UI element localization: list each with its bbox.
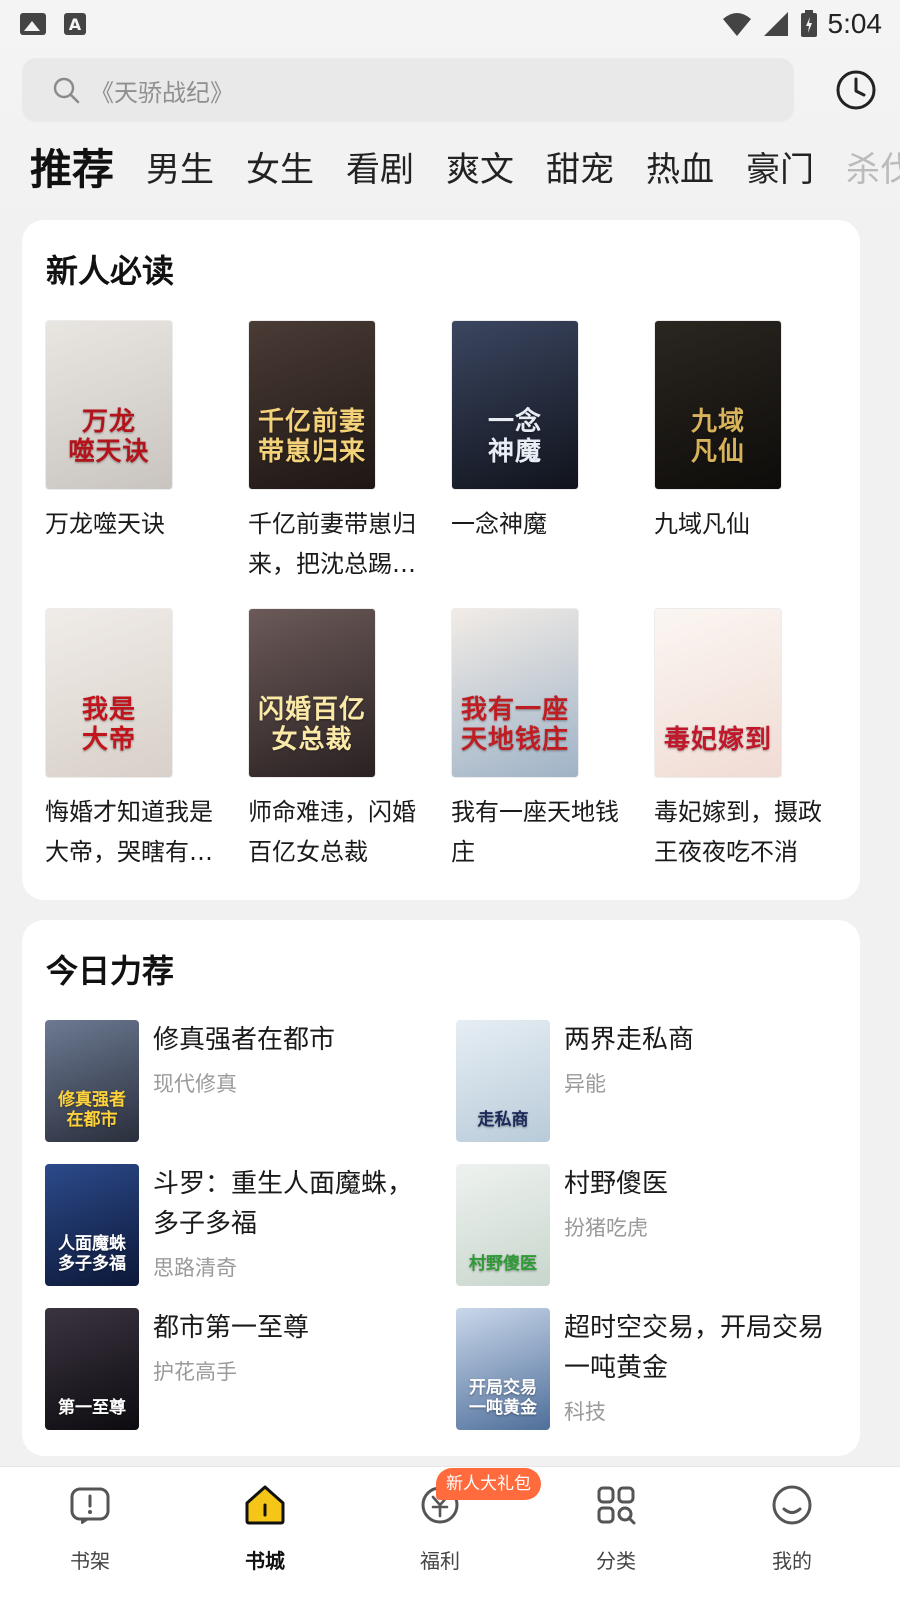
category-grid-icon	[597, 1486, 636, 1525]
book-item[interactable]: 九域 凡仙 九域凡仙	[654, 320, 839, 544]
today-recommend-section: 今日力荐 修真强者 在都市 修真强者在都市 现代修真 走私商 两界走私商 异能 …	[22, 920, 860, 1456]
nav-bookstore[interactable]: 书城	[205, 1483, 325, 1574]
book-item[interactable]: 万龙 噬天诀 万龙噬天诀	[45, 320, 230, 544]
book-category: 异能	[564, 1072, 606, 1096]
book-cover: 我是 大帝	[45, 608, 173, 778]
recommend-item[interactable]: 村野傻医 村野傻医 扮猪吃虎	[456, 1164, 836, 1288]
book-cover: 村野傻医	[456, 1164, 550, 1286]
nav-category[interactable]: 分类	[556, 1483, 676, 1574]
battery-icon	[800, 10, 817, 37]
book-cover: 修真强者 在都市	[45, 1020, 139, 1142]
nav-label: 书架	[70, 1549, 110, 1573]
book-title: 千亿前妻带崽归来，把沈总踢出户口本	[248, 510, 416, 578]
tab-hotblood[interactable]: 热血	[646, 142, 714, 191]
book-cover: 毒妃嫁到	[654, 608, 782, 778]
recommend-item[interactable]: 开局交易 一吨黄金 超时空交易，开局交易一吨黄金 科技	[456, 1308, 836, 1432]
search-row: 《天骄战纪》	[22, 58, 878, 122]
book-cover: 九域 凡仙	[654, 320, 782, 490]
book-cover: 闪婚百亿 女总裁	[248, 608, 376, 778]
book-title: 九域凡仙	[654, 510, 750, 538]
nav-label: 分类	[596, 1549, 636, 1573]
book-category: 思路清奇	[153, 1256, 237, 1280]
font-notification-icon: A	[64, 13, 86, 35]
signal-icon	[763, 12, 788, 36]
tab-sweet[interactable]: 甜宠	[546, 142, 614, 191]
book-cover: 第一至尊	[45, 1308, 139, 1430]
book-title: 师命难违，闪婚百亿女总裁	[248, 798, 416, 866]
book-cover: 走私商	[456, 1020, 550, 1142]
book-item[interactable]: 一念 神魔 一念神魔	[451, 320, 636, 544]
book-cover: 我有一座 天地钱庄	[451, 608, 579, 778]
book-item[interactable]: 我有一座 天地钱庄 我有一座天地钱庄	[451, 608, 636, 872]
nav-bookshelf[interactable]: 书架	[30, 1483, 150, 1574]
book-title: 毒妃嫁到，摄政王夜夜吃不消	[654, 798, 822, 866]
section-title: 新人必读	[46, 252, 175, 290]
book-item[interactable]: 毒妃嫁到 毒妃嫁到，摄政王夜夜吃不消	[654, 608, 839, 872]
book-item[interactable]: 我是 大帝 悔婚才知道我是大帝，哭瞎有何用？	[45, 608, 230, 872]
book-category: 扮猪吃虎	[564, 1216, 648, 1240]
book-title: 斗罗：重生人面魔蛛，多子多福	[153, 1169, 414, 1239]
tab-drama[interactable]: 看剧	[346, 142, 414, 191]
book-title: 我有一座天地钱庄	[451, 798, 619, 866]
recommend-item[interactable]: 人面魔蛛 多子多福 斗罗：重生人面魔蛛，多子多福 思路清奇	[45, 1164, 425, 1288]
book-cover: 千亿前妻 带崽归来	[248, 320, 376, 490]
nav-label: 福利	[420, 1549, 460, 1573]
search-input[interactable]: 《天骄战纪》	[22, 58, 794, 122]
book-title: 一念神魔	[451, 510, 547, 538]
recommend-item[interactable]: 修真强者 在都市 修真强者在都市 现代修真	[45, 1020, 425, 1144]
bookstore-home-icon	[245, 1485, 285, 1525]
tab-male[interactable]: 男生	[146, 142, 214, 191]
book-title: 悔婚才知道我是大帝，哭瞎有何用？	[45, 798, 213, 866]
tab-cool[interactable]: 爽文	[446, 142, 514, 191]
profile-smile-icon	[772, 1485, 812, 1525]
book-cover: 万龙 噬天诀	[45, 320, 173, 490]
wifi-icon	[722, 13, 751, 36]
clock-time: 5:04	[827, 8, 883, 39]
book-title: 万龙噬天诀	[45, 510, 165, 538]
bookshelf-icon	[70, 1487, 110, 1524]
book-category: 现代修真	[153, 1072, 237, 1096]
nav-label: 书城	[245, 1549, 285, 1573]
search-placeholder: 《天骄战纪》	[90, 78, 234, 107]
category-tabs: 推荐 男生 女生 看剧 爽文 甜宠 热血 豪门 杀伐	[30, 136, 900, 196]
history-clock-icon[interactable]	[834, 68, 878, 112]
book-item[interactable]: 闪婚百亿 女总裁 师命难违，闪婚百亿女总裁	[248, 608, 433, 872]
book-title: 修真强者在都市	[153, 1025, 336, 1055]
section-title: 今日力荐	[46, 952, 175, 990]
book-title: 村野傻医	[564, 1169, 669, 1199]
nav-profile[interactable]: 我的	[732, 1483, 852, 1574]
gallery-notification-icon	[20, 13, 46, 35]
book-title: 两界走私商	[564, 1025, 695, 1055]
recommend-item[interactable]: 第一至尊 都市第一至尊 护花高手	[45, 1308, 425, 1432]
new-user-gift-badge[interactable]: 新人大礼包	[436, 1468, 541, 1500]
book-cover: 开局交易 一吨黄金	[456, 1308, 550, 1430]
book-cover: 一念 神魔	[451, 320, 579, 490]
book-title: 超时空交易，开局交易一吨黄金	[564, 1313, 825, 1383]
book-category: 科技	[564, 1400, 606, 1424]
book-cover: 人面魔蛛 多子多福	[45, 1164, 139, 1286]
tab-recommend[interactable]: 推荐	[30, 136, 114, 196]
book-item[interactable]: 千亿前妻 带崽归来 千亿前妻带崽归来，把沈总踢出户口本	[248, 320, 433, 584]
tab-slaughter[interactable]: 杀伐	[846, 142, 900, 191]
tab-wealthy[interactable]: 豪门	[746, 142, 814, 191]
nav-label: 我的	[772, 1549, 812, 1573]
book-title: 都市第一至尊	[153, 1313, 310, 1343]
recommend-item[interactable]: 走私商 两界走私商 异能	[456, 1020, 836, 1144]
search-icon	[53, 77, 80, 104]
book-category: 护花高手	[153, 1360, 237, 1384]
tab-female[interactable]: 女生	[246, 142, 314, 191]
new-reader-section: 新人必读 万龙 噬天诀 万龙噬天诀 千亿前妻 带崽归来 千亿前妻带崽归来，把沈总…	[22, 220, 860, 900]
status-bar: A 5:04	[0, 0, 900, 48]
